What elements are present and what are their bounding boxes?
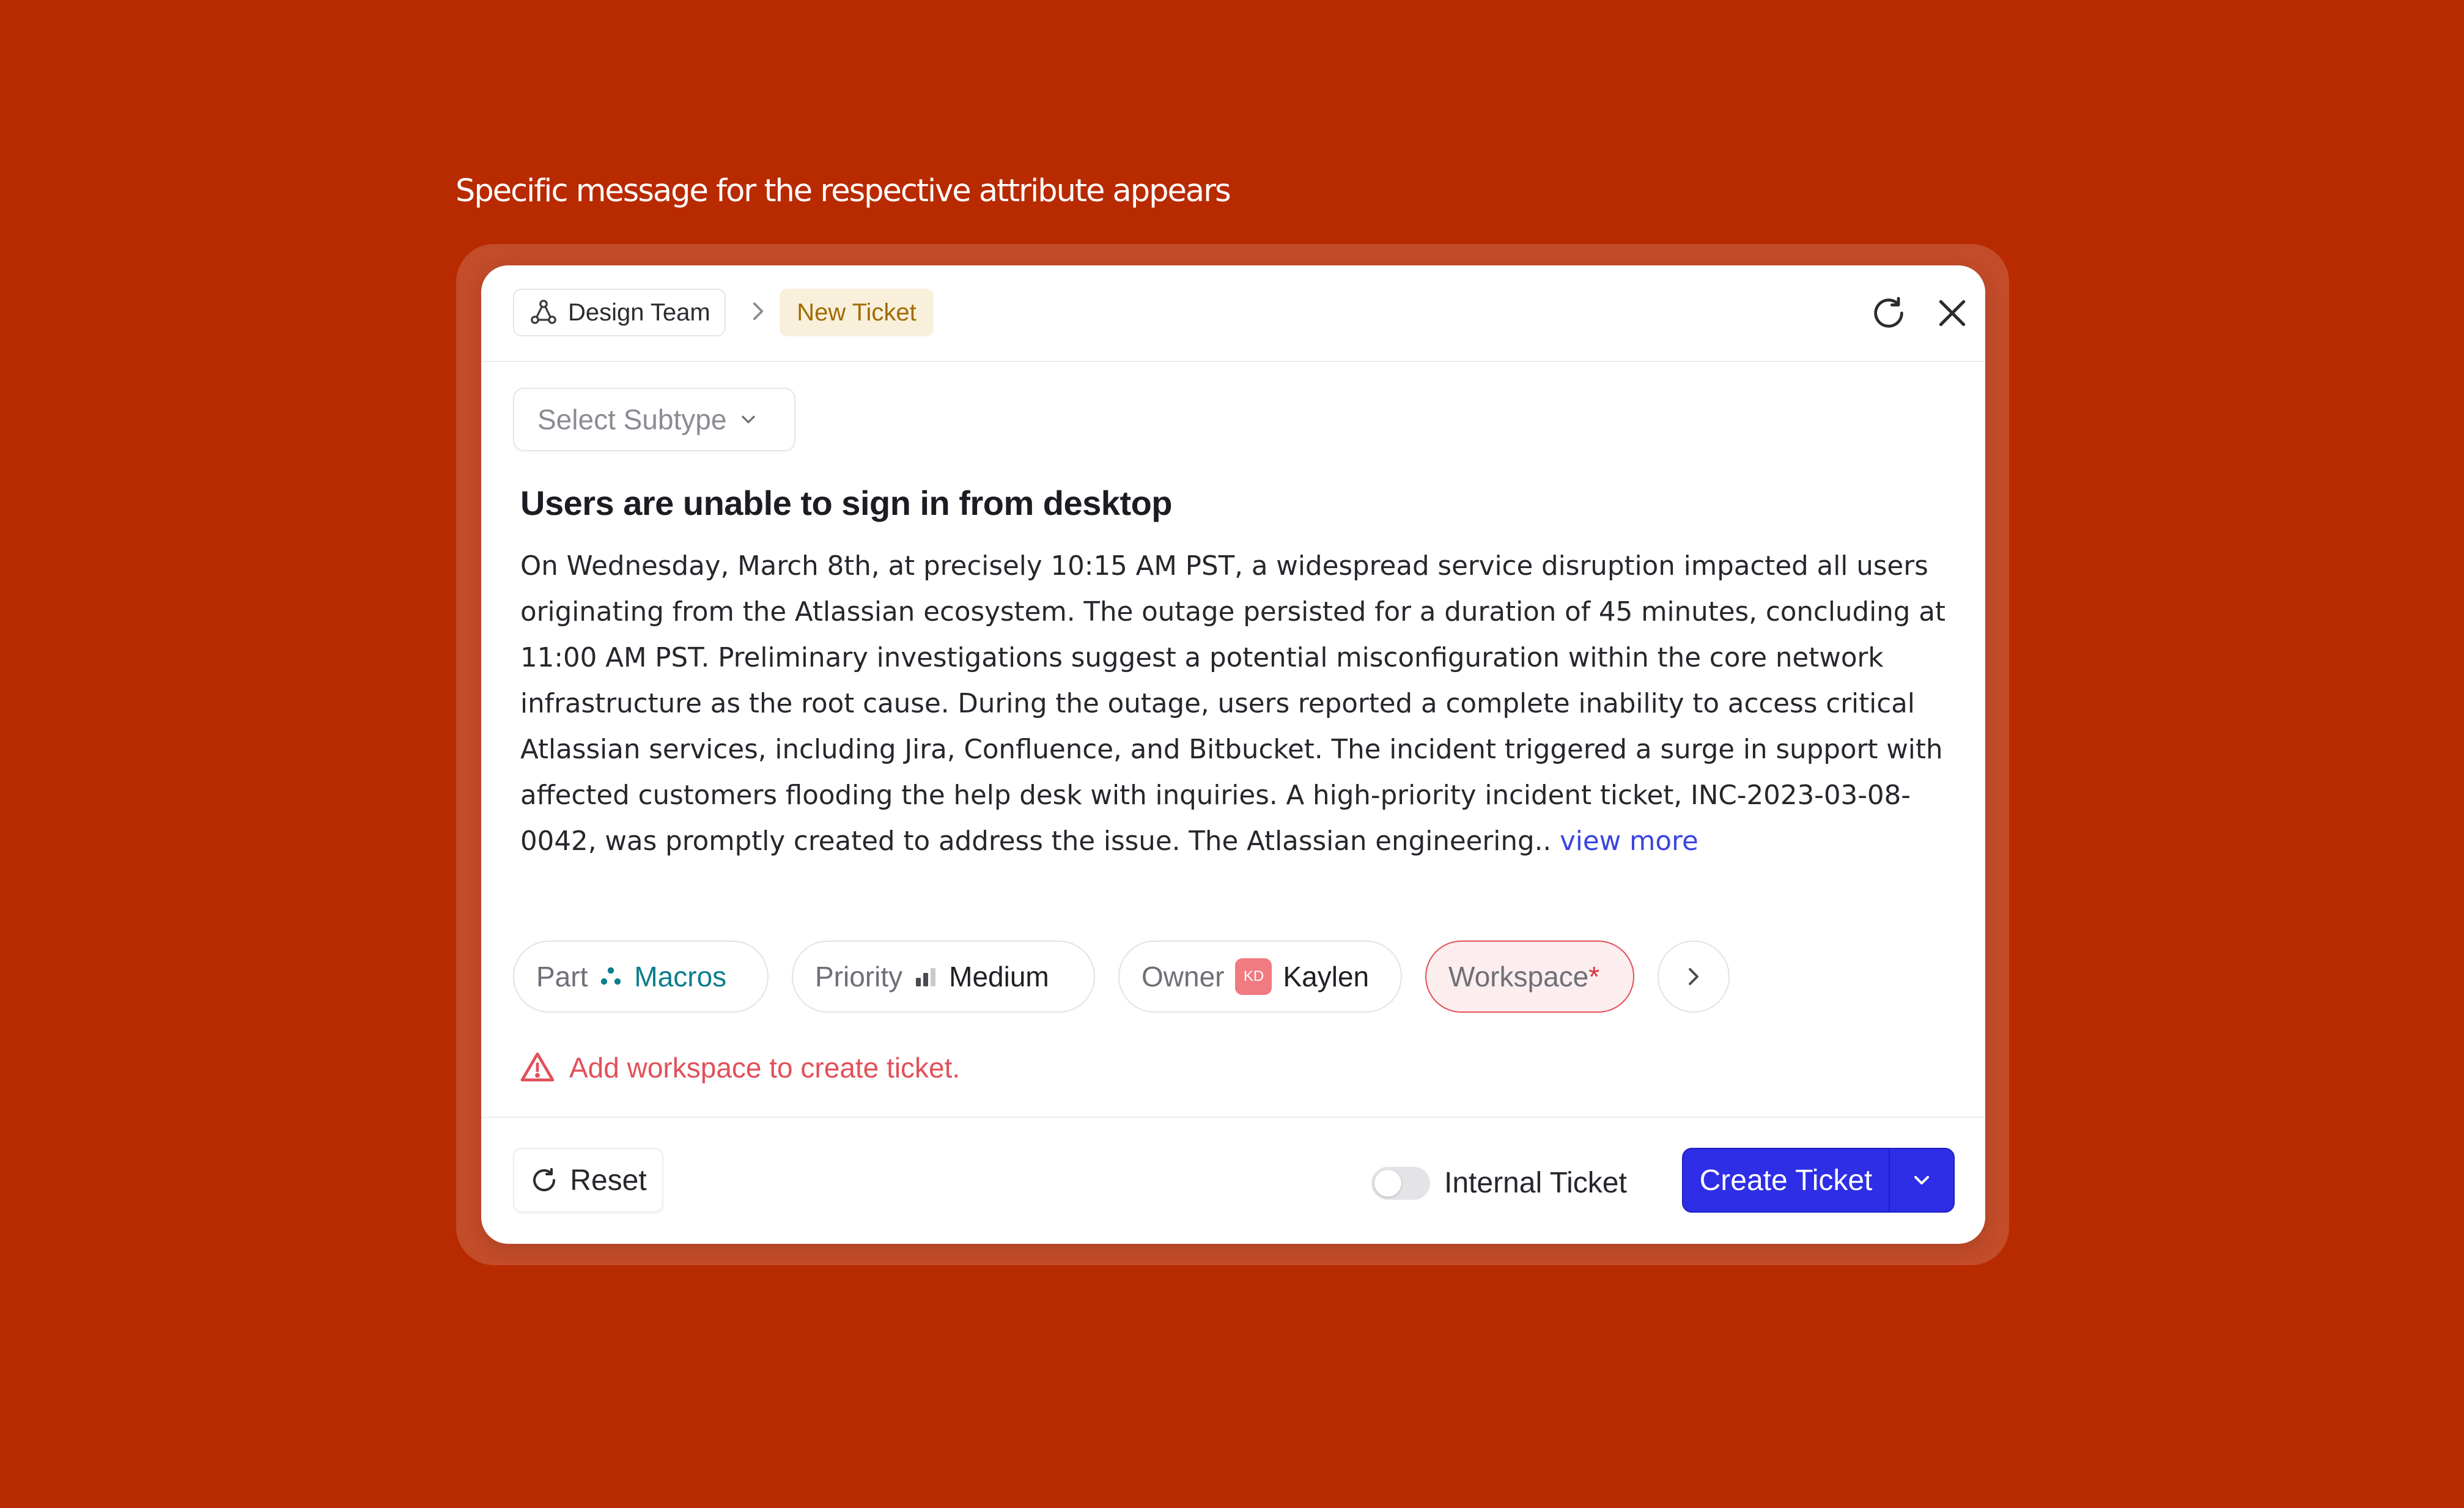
- create-ticket-split-button: Create Ticket: [1682, 1148, 1955, 1213]
- internal-ticket-toggle[interactable]: [1371, 1167, 1430, 1200]
- subtype-select[interactable]: Select Subtype: [513, 388, 795, 451]
- reset-icon: [533, 1168, 556, 1191]
- priority-attribute[interactable]: Priority Medium: [792, 941, 1095, 1013]
- new-ticket-badge: New Ticket: [780, 289, 934, 336]
- breadcrumb-chevron-right-icon: [753, 302, 764, 320]
- owner-avatar: KD: [1235, 958, 1272, 995]
- dialog-footer: Reset Internal Ticket Create Ticket: [481, 1117, 1985, 1244]
- more-attributes-button[interactable]: [1658, 941, 1730, 1013]
- owner-attribute[interactable]: Owner KD Kaylen: [1118, 941, 1402, 1013]
- ticket-description-text: On Wednesday, March 8th, at precisely 10…: [520, 551, 1946, 857]
- create-ticket-button[interactable]: Create Ticket: [1683, 1149, 1890, 1211]
- chevron-down-icon: [742, 415, 756, 424]
- close-icon[interactable]: [1933, 294, 1972, 333]
- team-breadcrumb-label: Design Team: [568, 298, 710, 326]
- workspace-label: Workspace: [1448, 961, 1589, 992]
- create-ticket-dialog: Design Team New Ticket Select Subtype Us…: [481, 265, 1985, 1244]
- internal-ticket-label: Internal Ticket: [1444, 1167, 1627, 1199]
- subtype-placeholder: Select Subtype: [537, 404, 727, 435]
- create-options-button[interactable]: [1890, 1149, 1953, 1211]
- owner-label: Owner: [1142, 961, 1225, 992]
- page-caption: Specific message for the respective attr…: [456, 173, 1231, 209]
- part-label: Part: [536, 961, 588, 992]
- priority-value: Medium: [949, 961, 1049, 992]
- view-more-link[interactable]: view more: [1560, 826, 1699, 857]
- ticket-title[interactable]: Users are unable to sign in from desktop: [520, 483, 1927, 523]
- required-asterisk: *: [1588, 961, 1600, 992]
- warning-icon: [520, 1052, 555, 1082]
- priority-bars-icon: [916, 968, 936, 986]
- workspace-error: Add workspace to create ticket.: [519, 1049, 960, 1086]
- owner-value: Kaylen: [1283, 961, 1370, 992]
- ticket-description[interactable]: On Wednesday, March 8th, at precisely 10…: [520, 544, 1957, 865]
- toggle-knob: [1374, 1170, 1401, 1197]
- workspace-error-text: Add workspace to create ticket.: [569, 1052, 961, 1084]
- reset-button[interactable]: Reset: [513, 1148, 663, 1213]
- team-network-icon: [531, 300, 556, 324]
- chevron-right-icon: [1689, 968, 1699, 985]
- team-breadcrumb[interactable]: Design Team: [513, 289, 726, 336]
- dialog-header: Design Team New Ticket: [481, 265, 1985, 362]
- workspace-attribute[interactable]: Workspace *: [1425, 941, 1634, 1013]
- refresh-icon[interactable]: [1869, 294, 1908, 333]
- reset-label: Reset: [570, 1164, 647, 1197]
- part-value: Macros: [634, 961, 727, 992]
- priority-label: Priority: [815, 961, 903, 992]
- part-attribute[interactable]: Part Macros: [513, 941, 769, 1013]
- chevron-down-icon: [1914, 1176, 1929, 1185]
- part-dots-icon: [601, 967, 621, 985]
